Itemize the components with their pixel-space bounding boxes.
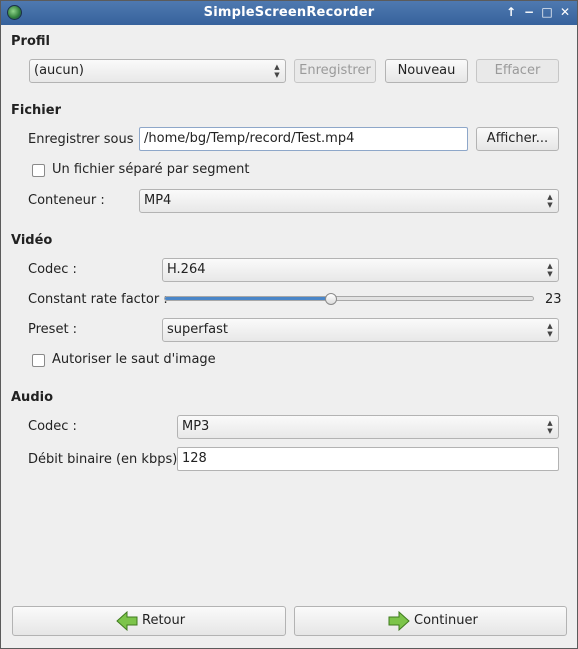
spin-arrows-icon: ▲ ▼ — [547, 262, 553, 278]
save-as-label: Enregistrer sous : — [28, 132, 143, 147]
crf-value: 23 — [545, 292, 562, 307]
video-codec-label: Codec : — [28, 262, 77, 277]
preset-label: Preset : — [28, 322, 78, 337]
crf-slider-handle[interactable] — [324, 293, 337, 305]
preset-select[interactable]: superfast ▲ ▼ — [162, 318, 559, 342]
back-button[interactable]: Retour — [12, 606, 286, 636]
spin-arrows-icon: ▲ ▼ — [547, 193, 553, 209]
minimize-button[interactable]: − — [521, 4, 537, 20]
audio-codec-label: Codec : — [28, 419, 77, 434]
crf-slider-fill — [165, 297, 331, 300]
close-button[interactable]: ✕ — [557, 4, 573, 20]
container-select-value: MP4 — [144, 193, 172, 208]
title-bar: SimpleScreenRecorder ↑ − □ ✕ — [1, 1, 577, 25]
main-window: SimpleScreenRecorder ↑ − □ ✕ Profil (auc… — [0, 0, 578, 649]
crf-label: Constant rate factor : — [28, 292, 168, 307]
profile-select-value: (aucun) — [34, 63, 84, 78]
preset-value: superfast — [167, 322, 229, 337]
container-select[interactable]: MP4 ▲ ▼ — [139, 189, 559, 213]
back-label: Retour — [142, 613, 186, 628]
audio-heading: Audio — [11, 390, 54, 405]
video-codec-select[interactable]: H.264 ▲ ▼ — [162, 258, 559, 282]
keep-above-button[interactable]: ↑ — [503, 4, 519, 20]
bitrate-label: Débit binaire (en kbps) : — [28, 452, 186, 467]
file-heading: Fichier — [11, 103, 61, 118]
audio-codec-select[interactable]: MP3 ▲ ▼ — [177, 415, 559, 439]
audio-codec-value: MP3 — [182, 419, 210, 434]
separate-file-label: Un fichier séparé par segment — [52, 162, 250, 177]
save-path-input[interactable]: /home/bg/Temp/record/Test.mp4 — [139, 127, 468, 151]
new-profile-button[interactable]: Nouveau — [385, 59, 468, 83]
skip-frames-checkbox[interactable] — [32, 354, 45, 367]
arrow-left-icon — [116, 611, 138, 631]
arrow-right-icon — [388, 611, 410, 631]
delete-profile-button[interactable]: Effacer — [476, 59, 559, 83]
spin-arrows-icon: ▲ ▼ — [547, 419, 553, 435]
continue-label: Continuer — [414, 613, 478, 628]
crf-slider[interactable] — [164, 296, 534, 301]
spin-arrows-icon: ▲ ▼ — [274, 63, 280, 79]
spin-arrows-icon: ▲ ▼ — [547, 322, 553, 338]
save-profile-button[interactable]: Enregistrer — [294, 59, 376, 83]
bitrate-input[interactable]: 128 — [177, 447, 559, 471]
video-heading: Vidéo — [11, 233, 53, 248]
profile-heading: Profil — [11, 34, 50, 49]
skip-frames-label: Autoriser le saut d'image — [52, 352, 216, 367]
profile-select[interactable]: (aucun) ▲ ▼ — [29, 59, 286, 83]
video-codec-value: H.264 — [167, 262, 206, 277]
window-title: SimpleScreenRecorder — [203, 5, 375, 20]
continue-button[interactable]: Continuer — [294, 606, 567, 636]
separate-file-checkbox[interactable] — [32, 164, 45, 177]
browse-button[interactable]: Afficher... — [476, 127, 559, 151]
container-label: Conteneur : — [28, 193, 105, 208]
maximize-button[interactable]: □ — [539, 4, 555, 20]
